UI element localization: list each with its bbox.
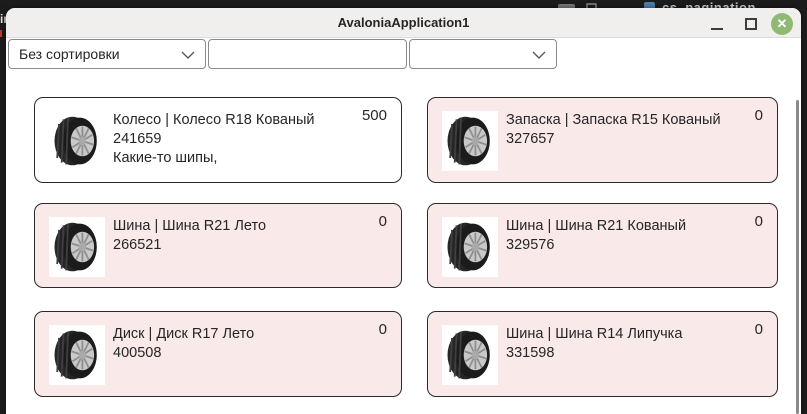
search-input-wrapper bbox=[208, 39, 407, 69]
tire-photo bbox=[442, 325, 498, 385]
taskbar-filename-label: cs_pagination bbox=[662, 0, 756, 8]
tire-photo bbox=[49, 217, 105, 277]
product-count: 0 bbox=[755, 321, 763, 338]
background-red-marker bbox=[0, 30, 2, 37]
vertical-scrollbar[interactable] bbox=[796, 100, 799, 414]
product-card[interactable]: Диск | Диск R17 Лето 400508 0 bbox=[34, 311, 402, 397]
sort-dropdown-value: Без сортировки bbox=[19, 46, 120, 62]
tire-photo bbox=[49, 111, 105, 171]
product-count: 0 bbox=[755, 107, 763, 124]
product-title: Шина | Шина R21 Лето bbox=[113, 217, 266, 236]
product-article: 400508 bbox=[113, 344, 254, 363]
search-input[interactable] bbox=[215, 42, 400, 66]
product-article: 266521 bbox=[113, 236, 266, 255]
product-article: 331598 bbox=[506, 344, 682, 363]
product-card[interactable]: Колесо | Колесо R18 Кованый 241659 Какие… bbox=[34, 97, 402, 183]
product-title: Шина | Шина R21 Кованый bbox=[506, 217, 686, 236]
product-article: 327657 bbox=[506, 130, 721, 149]
filter-dropdown[interactable] bbox=[409, 39, 557, 69]
chevron-down-icon bbox=[532, 51, 546, 59]
product-count: 0 bbox=[755, 213, 763, 230]
product-title: Шина | Шина R14 Липучка bbox=[506, 325, 682, 344]
close-button[interactable]: ✕ bbox=[771, 13, 793, 35]
maximize-button[interactable] bbox=[745, 18, 757, 30]
product-text: Запаска | Запаска R15 Кованый 327657 bbox=[506, 111, 721, 149]
tire-photo bbox=[442, 111, 498, 171]
product-text: Шина | Шина R14 Липучка 331598 bbox=[506, 325, 682, 363]
product-count: 0 bbox=[379, 321, 387, 338]
product-text: Диск | Диск R17 Лето 400508 bbox=[113, 325, 254, 363]
tire-photo bbox=[49, 325, 105, 385]
product-text: Шина | Шина R21 Кованый 329576 bbox=[506, 217, 686, 255]
product-article: 241659 bbox=[113, 130, 315, 149]
product-title: Запаска | Запаска R15 Кованый bbox=[506, 111, 721, 130]
window-title: AvaloniaApplication1 bbox=[6, 15, 801, 30]
product-text: Шина | Шина R21 Лето 266521 bbox=[113, 217, 266, 255]
sort-dropdown[interactable]: Без сортировки bbox=[8, 39, 206, 69]
product-card[interactable]: Шина | Шина R21 Лето 266521 0 bbox=[34, 203, 402, 288]
background-taskbar: cs_pagination bbox=[0, 0, 807, 8]
product-text: Колесо | Колесо R18 Кованый 241659 Какие… bbox=[113, 111, 315, 168]
product-title: Колесо | Колесо R18 Кованый bbox=[113, 111, 315, 130]
tire-photo bbox=[442, 217, 498, 277]
product-title: Диск | Диск R17 Лето bbox=[113, 325, 254, 344]
titlebar[interactable]: AvaloniaApplication1 ✕ bbox=[6, 8, 801, 38]
product-count: 0 bbox=[379, 213, 387, 230]
minimize-button[interactable] bbox=[711, 28, 723, 30]
product-description: Какие-то шипы, bbox=[113, 149, 315, 168]
product-card[interactable]: Запаска | Запаска R15 Кованый 327657 0 bbox=[427, 97, 778, 183]
product-count: 500 bbox=[362, 107, 387, 124]
product-article: 329576 bbox=[506, 236, 686, 255]
product-card[interactable]: Шина | Шина R21 Кованый 329576 0 bbox=[427, 203, 778, 288]
application-window: AvaloniaApplication1 ✕ Без сортировки bbox=[6, 8, 801, 414]
product-card[interactable]: Шина | Шина R14 Липучка 331598 0 bbox=[427, 311, 778, 397]
chevron-down-icon bbox=[181, 51, 195, 59]
